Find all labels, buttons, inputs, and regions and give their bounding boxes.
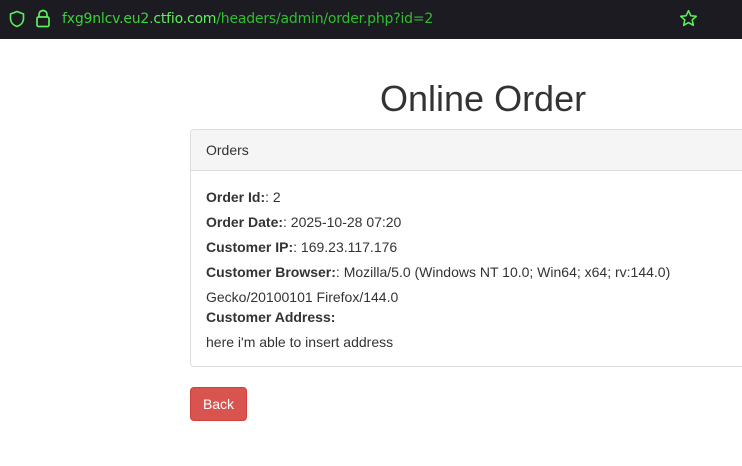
- customer-address-value-row: here i'm able to insert address: [206, 334, 393, 351]
- order-id-row: Order Id:: 2: [206, 189, 281, 206]
- star-icon[interactable]: [679, 9, 698, 28]
- customer-ip-label: Customer IP:: [206, 239, 294, 255]
- order-date-label: Order Date:: [206, 214, 284, 230]
- customer-browser-value: : Mozilla/5.0 (Windows NT 10.0; Win64; x…: [335, 264, 671, 280]
- customer-browser-continuation: Gecko/20100101 Firefox/144.0: [206, 289, 398, 306]
- panel-heading: Orders: [191, 130, 742, 171]
- customer-browser-row: Customer Browser:: Mozilla/5.0 (Windows …: [206, 264, 670, 281]
- customer-address-row: Customer Address:: [206, 309, 335, 326]
- order-date-row: Order Date:: 2025-10-28 07:20: [206, 214, 401, 231]
- order-date-value: : 2025-10-28 07:20: [283, 214, 402, 230]
- url-host-prefix: fxg9nlcv.eu2.: [62, 11, 154, 27]
- customer-browser-label: Customer Browser:: [206, 264, 336, 280]
- browser-url-bar[interactable]: fxg9nlcv.eu2.ctfio.com/headers/admin/ord…: [0, 0, 742, 39]
- page-title: Online Order: [380, 78, 587, 119]
- customer-address-label: Customer Address:: [206, 309, 336, 325]
- customer-browser-value-line2: Gecko/20100101 Firefox/144.0: [206, 289, 399, 305]
- address-field[interactable]: fxg9nlcv.eu2.ctfio.com/headers/admin/ord…: [62, 11, 433, 27]
- orders-panel: Orders Order Id:: 2 Order Date:: 2025-10…: [190, 129, 742, 367]
- shield-icon[interactable]: [8, 10, 26, 28]
- url-domain: ctfio.com: [153, 11, 217, 27]
- order-id-value: : 2: [265, 189, 281, 205]
- url-path: /headers/admin/order.php?id=2: [216, 11, 434, 27]
- customer-ip-row: Customer IP:: 169.23.117.176: [206, 239, 397, 256]
- back-button[interactable]: Back: [190, 387, 247, 421]
- lock-icon[interactable]: [35, 9, 51, 28]
- customer-ip-value: : 169.23.117.176: [293, 239, 398, 255]
- order-id-label: Order Id:: [206, 189, 266, 205]
- customer-address-value: here i'm able to insert address: [206, 334, 394, 350]
